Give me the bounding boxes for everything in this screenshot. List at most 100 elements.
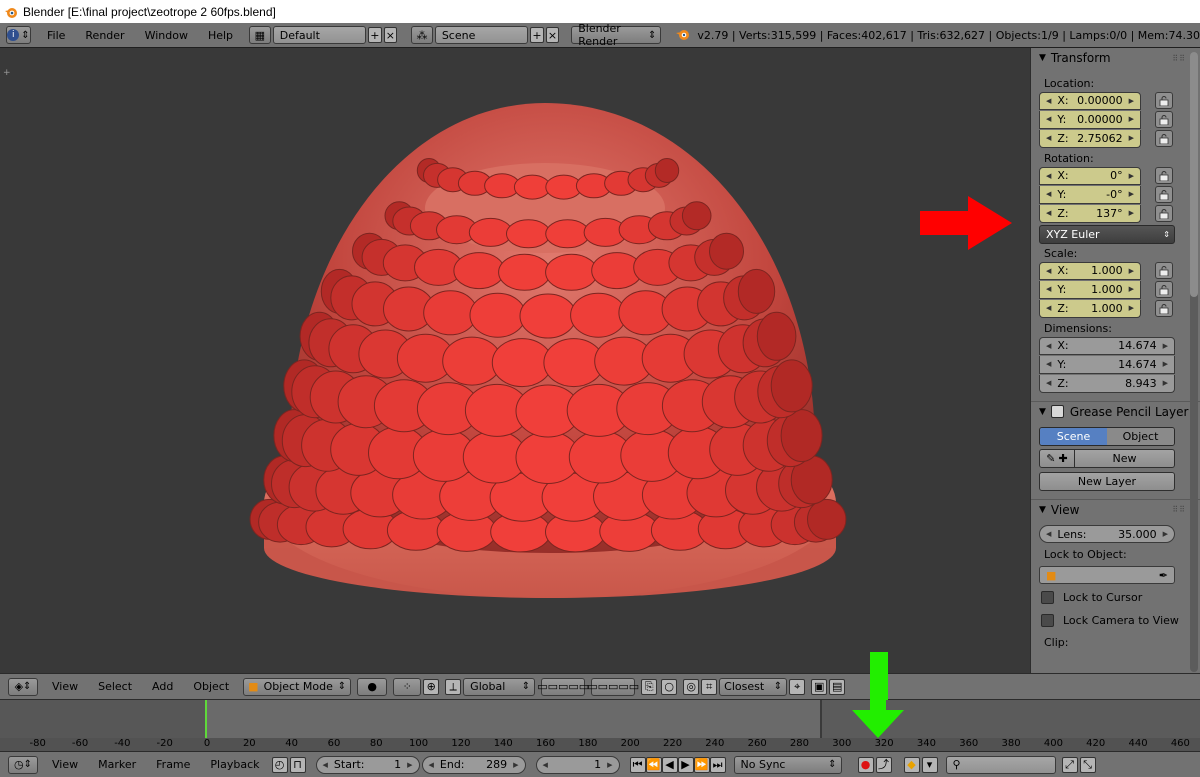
lens-field[interactable]: ◀ Lens: 35.000 ▶ <box>1039 525 1175 543</box>
drag-grip-icon[interactable]: ⠿⠿ <box>1172 54 1186 63</box>
delete-keyframe-icon[interactable]: ⤡ <box>1079 756 1096 773</box>
add-scene-icon[interactable]: + <box>530 27 544 43</box>
timeline-editor[interactable]: -80 -60 -40 -20 0 20 40 60 80 100 120 140 160 180 200 2… <box>0 699 1200 751</box>
new-grease-pencil-button[interactable]: New <box>1075 449 1175 468</box>
lock-camera-to-view-checkbox[interactable] <box>1041 614 1054 627</box>
location-x-field[interactable]: ◀ X: 0.00000 ▶ <box>1039 91 1141 110</box>
end-frame-field[interactable]: ◀ End: 289 ▶ <box>421 755 526 774</box>
lock-scale-z-icon[interactable] <box>1155 300 1173 317</box>
menu-select[interactable]: Select <box>88 680 142 693</box>
scene-browse-button[interactable]: ⁂ <box>411 26 433 44</box>
remove-layout-icon[interactable]: × <box>383 27 398 43</box>
lock-location-y-icon[interactable] <box>1155 111 1173 128</box>
sync-mode-select[interactable]: No Sync ⇕ <box>733 755 842 774</box>
lock-location-z-icon[interactable] <box>1155 130 1173 147</box>
render-only-icon[interactable]: ○ <box>661 678 678 695</box>
menu-frame[interactable]: Frame <box>146 758 200 771</box>
keyframe-icon[interactable]: ◆ <box>903 756 920 773</box>
rotation-z-field[interactable]: ◀ Z: 137° ▶ <box>1039 204 1141 223</box>
dimensions-z-field[interactable]: ◀ Z: 8.943 ▶ <box>1039 374 1175 393</box>
play-icon[interactable]: ▶ <box>677 756 694 773</box>
current-frame-field[interactable]: ◀ 1 ▶ <box>535 755 620 774</box>
jump-to-next-keyframe-icon[interactable]: ⏩ <box>693 756 710 773</box>
scale-x-field[interactable]: ◀ X: 1.000 ▶ <box>1039 261 1141 280</box>
start-frame-field[interactable]: ◀ Start: 1 ▶ <box>315 755 420 774</box>
snap-toggle-icon[interactable]: ⌗ <box>701 678 718 695</box>
tab-scene[interactable]: Scene <box>1040 427 1107 445</box>
lock-rotation-y-icon[interactable] <box>1155 186 1173 203</box>
menu-view[interactable]: View <box>42 758 88 771</box>
location-z-field[interactable]: ◀ Z: 2.75062 ▶ <box>1039 129 1141 148</box>
pivot-point-select[interactable]: ⁘ <box>393 677 422 696</box>
manipulator-toggle-icon[interactable]: ⊕ <box>423 678 440 695</box>
viewport-shading-select[interactable]: ● <box>357 677 388 696</box>
layers-grid-a[interactable]: ▭▭▭▭▭ <box>537 677 589 696</box>
snap-element-icon[interactable]: ⌖ <box>789 678 806 695</box>
lock-scale-y-icon[interactable] <box>1155 281 1173 298</box>
transform-manipulator-icon[interactable]: ⟂ <box>445 678 462 695</box>
jump-to-end-icon[interactable]: ⏭ <box>709 756 726 773</box>
lock-rotation-x-icon[interactable] <box>1155 167 1173 184</box>
menu-marker[interactable]: Marker <box>88 758 146 771</box>
editor-type-3d-view-button[interactable]: ◈ ⇕ <box>8 677 38 696</box>
dimensions-x-field[interactable]: ◀ X: 14.674 ▶ <box>1039 336 1175 355</box>
lock-location-x-icon[interactable] <box>1155 92 1173 109</box>
menu-help[interactable]: Help <box>198 29 243 42</box>
add-layout-icon[interactable]: + <box>368 27 382 43</box>
rotation-x-field[interactable]: ◀ X: 0° ▶ <box>1039 166 1141 185</box>
render-animation-icon[interactable]: ▤ <box>829 678 846 695</box>
menu-render[interactable]: Render <box>75 29 134 42</box>
menu-view[interactable]: View <box>42 680 88 693</box>
lock-rotation-z-icon[interactable] <box>1155 205 1173 222</box>
screen-layout-field[interactable]: Default <box>272 26 367 44</box>
preview-range-icon[interactable]: ◴ <box>271 756 288 773</box>
keying-options-icon[interactable]: ⤴ <box>875 756 892 773</box>
new-layer-button[interactable]: New Layer <box>1039 472 1175 491</box>
screen-layout-browse-button[interactable]: ▦ <box>249 26 271 44</box>
active-keying-set-field[interactable]: ⚲ <box>945 755 1056 774</box>
interaction-mode-select[interactable]: ■ Object Mode ⇕ <box>243 677 352 696</box>
editor-type-info-button[interactable]: i ⇕ <box>6 26 31 44</box>
scale-z-field[interactable]: ◀ Z: 1.000 ▶ <box>1039 299 1141 318</box>
panel-scrollbar-thumb[interactable] <box>1190 52 1198 297</box>
snap-target-select[interactable]: Closest ⇕ <box>719 677 788 696</box>
record-keyframes-icon[interactable]: ● <box>857 756 874 773</box>
play-reverse-icon[interactable]: ◀ <box>661 756 678 773</box>
view-panel-header[interactable]: ▼ View ⠿⠿ <box>1031 499 1200 519</box>
keying-set-dropdown-icon[interactable]: ▾ <box>921 756 938 773</box>
scene-field[interactable]: Scene <box>434 26 529 44</box>
lock-to-cursor-checkbox[interactable] <box>1041 591 1054 604</box>
lock-frame-range-icon[interactable]: ⊓ <box>289 756 306 773</box>
grease-pencil-enable-checkbox[interactable] <box>1050 405 1064 418</box>
scale-y-field[interactable]: ◀ Y: 1.000 ▶ <box>1039 280 1141 299</box>
grease-pencil-panel-header[interactable]: ▼ Grease Pencil Layer <box>1031 401 1200 421</box>
menu-add[interactable]: Add <box>142 680 183 693</box>
location-y-field[interactable]: ◀ Y: 0.00000 ▶ <box>1039 110 1141 129</box>
drag-grip-icon[interactable]: ⠿⠿ <box>1172 505 1186 514</box>
render-engine-select[interactable]: Blender Render ⇕ <box>571 22 662 48</box>
menu-window[interactable]: Window <box>135 29 198 42</box>
jump-to-prev-keyframe-icon[interactable]: ⏪ <box>645 756 662 773</box>
rotation-mode-select[interactable]: XYZ Euler ⇕ <box>1039 224 1175 244</box>
transform-panel-header[interactable]: ▼ Transform ⠿⠿ <box>1031 48 1200 68</box>
proportional-edit-icon[interactable]: ◎ <box>683 678 700 695</box>
lock-to-object-field[interactable]: ■ ✒ <box>1039 566 1175 584</box>
editor-type-timeline-button[interactable]: ◷ ⇕ <box>8 755 38 774</box>
menu-file[interactable]: File <box>37 29 75 42</box>
menu-object[interactable]: Object <box>183 680 239 693</box>
render-still-icon[interactable]: ▣ <box>811 678 828 695</box>
jump-to-start-icon[interactable]: ⏮ <box>629 756 646 773</box>
transform-orientation-select[interactable]: Global ⇕ <box>463 677 536 696</box>
rotation-y-field[interactable]: ◀ Y: -0° ▶ <box>1039 185 1141 204</box>
eyedropper-icon[interactable]: ✒ <box>1159 569 1168 582</box>
tab-object[interactable]: Object <box>1107 427 1174 445</box>
lock-layers-icon[interactable]: ⎘ <box>641 678 658 695</box>
remove-scene-icon[interactable]: × <box>545 27 560 43</box>
insert-keyframe-icon[interactable]: ⤢ <box>1061 756 1078 773</box>
lock-scale-x-icon[interactable] <box>1155 262 1173 279</box>
menu-playback[interactable]: Playback <box>200 758 269 771</box>
current-frame-marker[interactable] <box>205 700 207 738</box>
dimensions-y-field[interactable]: ◀ Y: 14.674 ▶ <box>1039 355 1175 374</box>
pencil-browse-button[interactable]: ✎ ✚ <box>1039 449 1075 468</box>
3d-viewport[interactable]: + <box>0 48 1030 673</box>
